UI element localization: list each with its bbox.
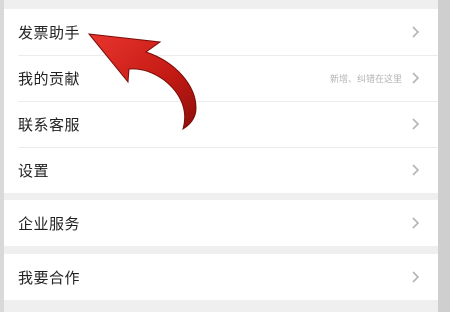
menu-item-partnership[interactable]: 我要合作 bbox=[4, 254, 438, 300]
chevron-right-icon bbox=[410, 216, 422, 230]
menu-section-enterprise: 企业服务 bbox=[4, 200, 438, 246]
menu-section-main: 发票助手 我的贡献 新增、纠错在这里 联系客服 设置 bbox=[4, 9, 438, 193]
chevron-right-icon bbox=[410, 71, 422, 85]
right-edge-shadow bbox=[438, 0, 450, 312]
menu-item-my-contributions[interactable]: 我的贡献 新增、纠错在这里 bbox=[4, 55, 438, 101]
chevron-right-icon bbox=[410, 270, 422, 284]
menu-item-hint: 新增、纠错在这里 bbox=[329, 74, 402, 85]
menu-item-label: 设置 bbox=[18, 161, 50, 180]
menu-item-label: 发票助手 bbox=[18, 23, 81, 42]
menu-item-invoice-assistant[interactable]: 发票助手 bbox=[4, 9, 438, 55]
chevron-right-icon bbox=[410, 117, 422, 131]
menu-item-label: 我的贡献 bbox=[18, 69, 81, 88]
menu-item-customer-service[interactable]: 联系客服 bbox=[4, 101, 438, 147]
chevron-right-icon bbox=[410, 163, 422, 177]
menu-item-label: 企业服务 bbox=[18, 214, 81, 233]
chevron-right-icon bbox=[410, 25, 422, 39]
menu-item-label: 联系客服 bbox=[18, 115, 81, 134]
menu-item-settings[interactable]: 设置 bbox=[4, 147, 438, 193]
menu-item-label: 我要合作 bbox=[18, 268, 81, 287]
menu-section-partnership: 我要合作 bbox=[4, 254, 438, 300]
menu-item-enterprise-services[interactable]: 企业服务 bbox=[4, 200, 438, 246]
settings-screen: 发票助手 我的贡献 新增、纠错在这里 联系客服 设置 企业服务 我要合作 bbox=[0, 0, 450, 312]
